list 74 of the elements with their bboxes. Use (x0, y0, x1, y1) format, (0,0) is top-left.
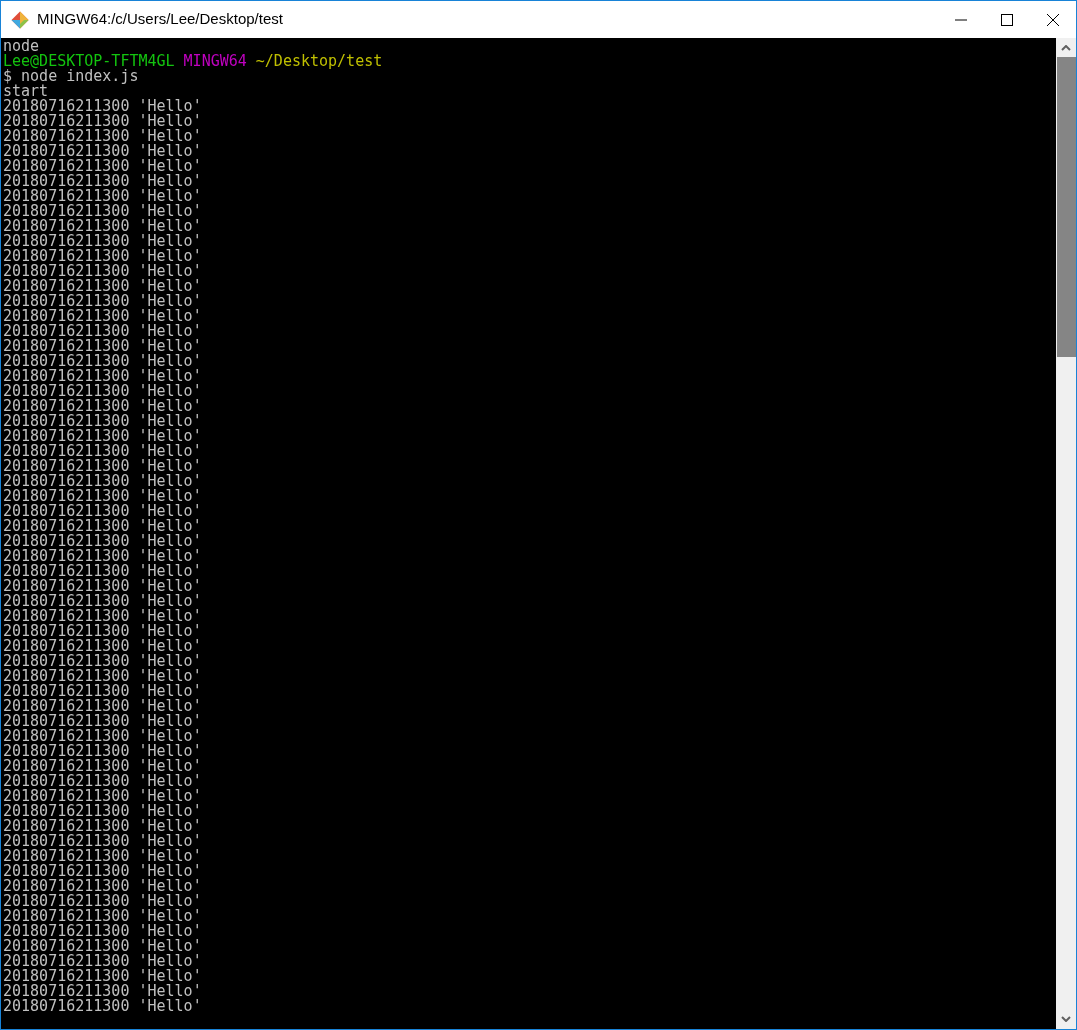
terminal-line: 20180716211300 'Hello' (3, 639, 202, 654)
terminal-line: 20180716211300 'Hello' (3, 369, 202, 384)
terminal-line: 20180716211300 'Hello' (3, 159, 202, 174)
terminal-line: 20180716211300 'Hello' (3, 99, 202, 114)
terminal-line: 20180716211300 'Hello' (3, 489, 202, 504)
terminal-line: 20180716211300 'Hello' (3, 699, 202, 714)
terminal-line: 20180716211300 'Hello' (3, 279, 202, 294)
terminal-line: 20180716211300 'Hello' (3, 354, 202, 369)
terminal-line: 20180716211300 'Hello' (3, 984, 202, 999)
terminal-line: 20180716211300 'Hello' (3, 219, 202, 234)
terminal-line: 20180716211300 'Hello' (3, 384, 202, 399)
terminal-line: 20180716211300 'Hello' (3, 609, 202, 624)
terminal-line: 20180716211300 'Hello' (3, 624, 202, 639)
terminal-line: 20180716211300 'Hello' (3, 264, 202, 279)
prompt-system: MINGW64 (183, 54, 247, 69)
terminal-line: 20180716211300 'Hello' (3, 789, 202, 804)
terminal-line: 20180716211300 'Hello' (3, 594, 202, 609)
terminal-line: 20180716211300 'Hello' (3, 564, 202, 579)
terminal-line: 20180716211300 'Hello' (3, 759, 202, 774)
terminal-line: 20180716211300 'Hello' (3, 129, 202, 144)
terminal-line: node (3, 39, 40, 54)
terminal-line: 20180716211300 'Hello' (3, 144, 202, 159)
scrollbar[interactable] (1056, 38, 1076, 1029)
scroll-up-icon[interactable] (1061, 45, 1071, 51)
terminal-line: 20180716211300 'Hello' (3, 879, 202, 894)
terminal-line: 20180716211300 'Hello' (3, 684, 202, 699)
close-icon (1047, 13, 1059, 26)
terminal-line: 20180716211300 'Hello' (3, 849, 202, 864)
terminal-line: 20180716211300 'Hello' (3, 864, 202, 879)
terminal-line: 20180716211300 'Hello' (3, 909, 202, 924)
terminal-line: 20180716211300 'Hello' (3, 294, 202, 309)
terminal-line: 20180716211300 'Hello' (3, 969, 202, 984)
terminal-line: 20180716211300 'Hello' (3, 234, 202, 249)
terminal-line: 20180716211300 'Hello' (3, 999, 202, 1014)
terminal-line: 20180716211300 'Hello' (3, 954, 202, 969)
maximize-icon (1001, 13, 1013, 26)
terminal-line: 20180716211300 'Hello' (3, 804, 202, 819)
terminal-line: 20180716211300 'Hello' (3, 174, 202, 189)
terminal-line: 20180716211300 'Hello' (3, 444, 202, 459)
terminal-line: 20180716211300 'Hello' (3, 654, 202, 669)
terminal-line: 20180716211300 'Hello' (3, 729, 202, 744)
terminal-line: 20180716211300 'Hello' (3, 579, 202, 594)
scroll-down-icon[interactable] (1061, 1016, 1071, 1022)
terminal-line: 20180716211300 'Hello' (3, 714, 202, 729)
terminal-line: 20180716211300 'Hello' (3, 204, 202, 219)
terminal-line: 20180716211300 'Hello' (3, 534, 202, 549)
terminal-line: 20180716211300 'Hello' (3, 819, 202, 834)
terminal-line: 20180716211300 'Hello' (3, 774, 202, 789)
terminal-line: 20180716211300 'Hello' (3, 429, 202, 444)
terminal-line: 20180716211300 'Hello' (3, 939, 202, 954)
terminal-line: 20180716211300 'Hello' (3, 114, 202, 129)
terminal-line: start (3, 84, 49, 99)
terminal-line: 20180716211300 'Hello' (3, 549, 202, 564)
terminal-line: 20180716211300 'Hello' (3, 399, 202, 414)
terminal-line: 20180716211300 'Hello' (3, 894, 202, 909)
terminal-line: $ node index.js (3, 69, 139, 84)
prompt-path: ~/Desktop/test (255, 54, 383, 69)
terminal-line: 20180716211300 'Hello' (3, 339, 202, 354)
terminal-line: 20180716211300 'Hello' (3, 924, 202, 939)
terminal-line: 20180716211300 'Hello' (3, 324, 202, 339)
terminal-line: 20180716211300 'Hello' (3, 309, 202, 324)
terminal-line: 20180716211300 'Hello' (3, 414, 202, 429)
terminal-line: 20180716211300 'Hello' (3, 474, 202, 489)
terminal-line: 20180716211300 'Hello' (3, 189, 202, 204)
terminal-line: 20180716211300 'Hello' (3, 519, 202, 534)
terminal-line: 20180716211300 'Hello' (3, 249, 202, 264)
scrollbar-thumb[interactable] (1056, 57, 1076, 357)
terminal-line: 20180716211300 'Hello' (3, 669, 202, 684)
prompt-user: Lee@DESKTOP-TFTM4GL (3, 54, 175, 69)
terminal-line: 20180716211300 'Hello' (3, 504, 202, 519)
terminal-line: 20180716211300 'Hello' (3, 459, 202, 474)
window-title: MINGW64:/c/Users/Lee/Desktop/test (37, 9, 283, 30)
terminal-line: 20180716211300 'Hello' (3, 744, 202, 759)
terminal-line: 20180716211300 'Hello' (3, 834, 202, 849)
